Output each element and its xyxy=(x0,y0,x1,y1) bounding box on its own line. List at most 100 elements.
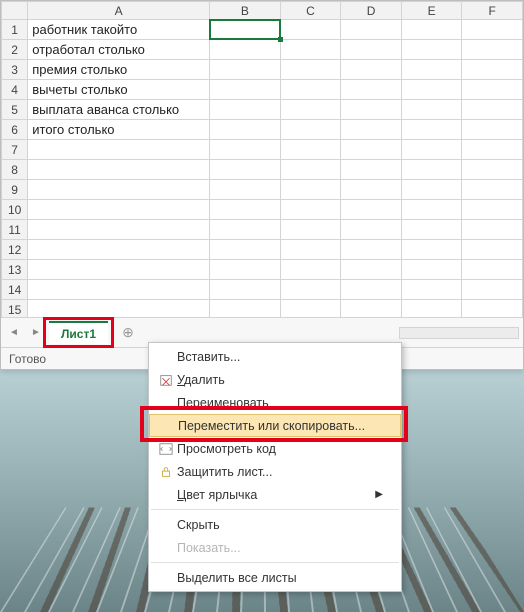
cell[interactable] xyxy=(462,60,523,80)
cell[interactable] xyxy=(462,300,523,318)
cell[interactable] xyxy=(28,300,210,318)
menu-rename[interactable]: Переименовать xyxy=(149,391,401,414)
cell[interactable] xyxy=(209,200,280,220)
cell[interactable] xyxy=(280,60,341,80)
cell[interactable] xyxy=(462,260,523,280)
horizontal-scrollbar[interactable] xyxy=(399,327,519,339)
cell[interactable] xyxy=(462,240,523,260)
menu-delete[interactable]: Удалить xyxy=(149,368,401,391)
cell[interactable] xyxy=(280,240,341,260)
cell[interactable] xyxy=(209,280,280,300)
cell[interactable] xyxy=(341,200,402,220)
col-header[interactable]: F xyxy=(462,2,523,20)
cell[interactable] xyxy=(280,260,341,280)
row-header[interactable]: 15 xyxy=(2,300,28,318)
cell[interactable] xyxy=(341,240,402,260)
cell[interactable] xyxy=(401,220,462,240)
row-header[interactable]: 6 xyxy=(2,120,28,140)
cell[interactable] xyxy=(209,60,280,80)
cell[interactable] xyxy=(280,280,341,300)
cell[interactable] xyxy=(209,240,280,260)
cell[interactable] xyxy=(28,220,210,240)
cell[interactable] xyxy=(209,40,280,60)
cell[interactable] xyxy=(401,120,462,140)
menu-view-code[interactable]: Просмотреть код xyxy=(149,437,401,460)
cell[interactable] xyxy=(209,120,280,140)
cell[interactable] xyxy=(280,140,341,160)
cell[interactable] xyxy=(341,220,402,240)
row-header[interactable]: 4 xyxy=(2,80,28,100)
cell[interactable] xyxy=(401,100,462,120)
cell[interactable] xyxy=(209,160,280,180)
cell[interactable] xyxy=(209,140,280,160)
cell[interactable] xyxy=(462,140,523,160)
cell[interactable] xyxy=(341,20,402,40)
col-header[interactable]: A xyxy=(28,2,210,20)
cell[interactable] xyxy=(462,20,523,40)
sheet-tab[interactable]: Лист1 xyxy=(49,321,108,344)
cell[interactable] xyxy=(280,160,341,180)
cell[interactable] xyxy=(462,180,523,200)
cell[interactable] xyxy=(209,260,280,280)
cell[interactable] xyxy=(341,300,402,318)
cell[interactable] xyxy=(28,280,210,300)
cell[interactable] xyxy=(401,160,462,180)
cell[interactable] xyxy=(341,280,402,300)
tab-nav-prev-icon[interactable]: ◄ xyxy=(5,324,23,342)
cell[interactable] xyxy=(280,200,341,220)
select-all-corner[interactable] xyxy=(2,2,28,20)
cell[interactable] xyxy=(209,80,280,100)
row-header[interactable]: 7 xyxy=(2,140,28,160)
cell[interactable] xyxy=(401,180,462,200)
row-header[interactable]: 3 xyxy=(2,60,28,80)
cell[interactable]: вычеты столько xyxy=(28,80,210,100)
row-header[interactable]: 5 xyxy=(2,100,28,120)
menu-hide[interactable]: Скрыть xyxy=(149,513,401,536)
menu-insert[interactable]: Вставить... xyxy=(149,345,401,368)
row-header[interactable]: 9 xyxy=(2,180,28,200)
cell[interactable]: итого столько xyxy=(28,120,210,140)
row-header[interactable]: 1 xyxy=(2,20,28,40)
cell[interactable] xyxy=(341,160,402,180)
cell[interactable] xyxy=(28,260,210,280)
cell[interactable]: выплата аванса столько xyxy=(28,100,210,120)
row-header[interactable]: 8 xyxy=(2,160,28,180)
col-header[interactable]: C xyxy=(280,2,341,20)
col-header[interactable]: E xyxy=(401,2,462,20)
cell[interactable] xyxy=(341,100,402,120)
row-header[interactable]: 11 xyxy=(2,220,28,240)
cell[interactable] xyxy=(28,180,210,200)
cell[interactable] xyxy=(462,80,523,100)
cell[interactable] xyxy=(209,220,280,240)
cell[interactable] xyxy=(28,160,210,180)
menu-protect-sheet[interactable]: Защитить лист... xyxy=(149,460,401,483)
cell[interactable] xyxy=(209,300,280,318)
cell[interactable] xyxy=(401,280,462,300)
cell[interactable] xyxy=(341,140,402,160)
cell[interactable] xyxy=(280,120,341,140)
cell[interactable] xyxy=(209,180,280,200)
cell[interactable] xyxy=(341,60,402,80)
cell[interactable]: работник такойто xyxy=(28,20,210,40)
add-sheet-button[interactable]: ⊕ xyxy=(118,323,138,343)
cell[interactable] xyxy=(341,80,402,100)
cell[interactable] xyxy=(462,280,523,300)
cell[interactable] xyxy=(280,40,341,60)
row-header[interactable]: 14 xyxy=(2,280,28,300)
cell[interactable] xyxy=(209,20,280,40)
cell[interactable] xyxy=(280,220,341,240)
row-header[interactable]: 12 xyxy=(2,240,28,260)
cell[interactable] xyxy=(401,260,462,280)
col-header[interactable]: D xyxy=(341,2,402,20)
cell[interactable] xyxy=(401,80,462,100)
cell[interactable] xyxy=(462,120,523,140)
cell[interactable] xyxy=(462,160,523,180)
cell[interactable] xyxy=(401,20,462,40)
cell[interactable] xyxy=(280,20,341,40)
cell[interactable] xyxy=(28,140,210,160)
menu-select-all-sheets[interactable]: Выделить все листы xyxy=(149,566,401,589)
col-header[interactable]: B xyxy=(209,2,280,20)
cell[interactable] xyxy=(280,300,341,318)
cell[interactable] xyxy=(280,80,341,100)
cell[interactable] xyxy=(401,40,462,60)
